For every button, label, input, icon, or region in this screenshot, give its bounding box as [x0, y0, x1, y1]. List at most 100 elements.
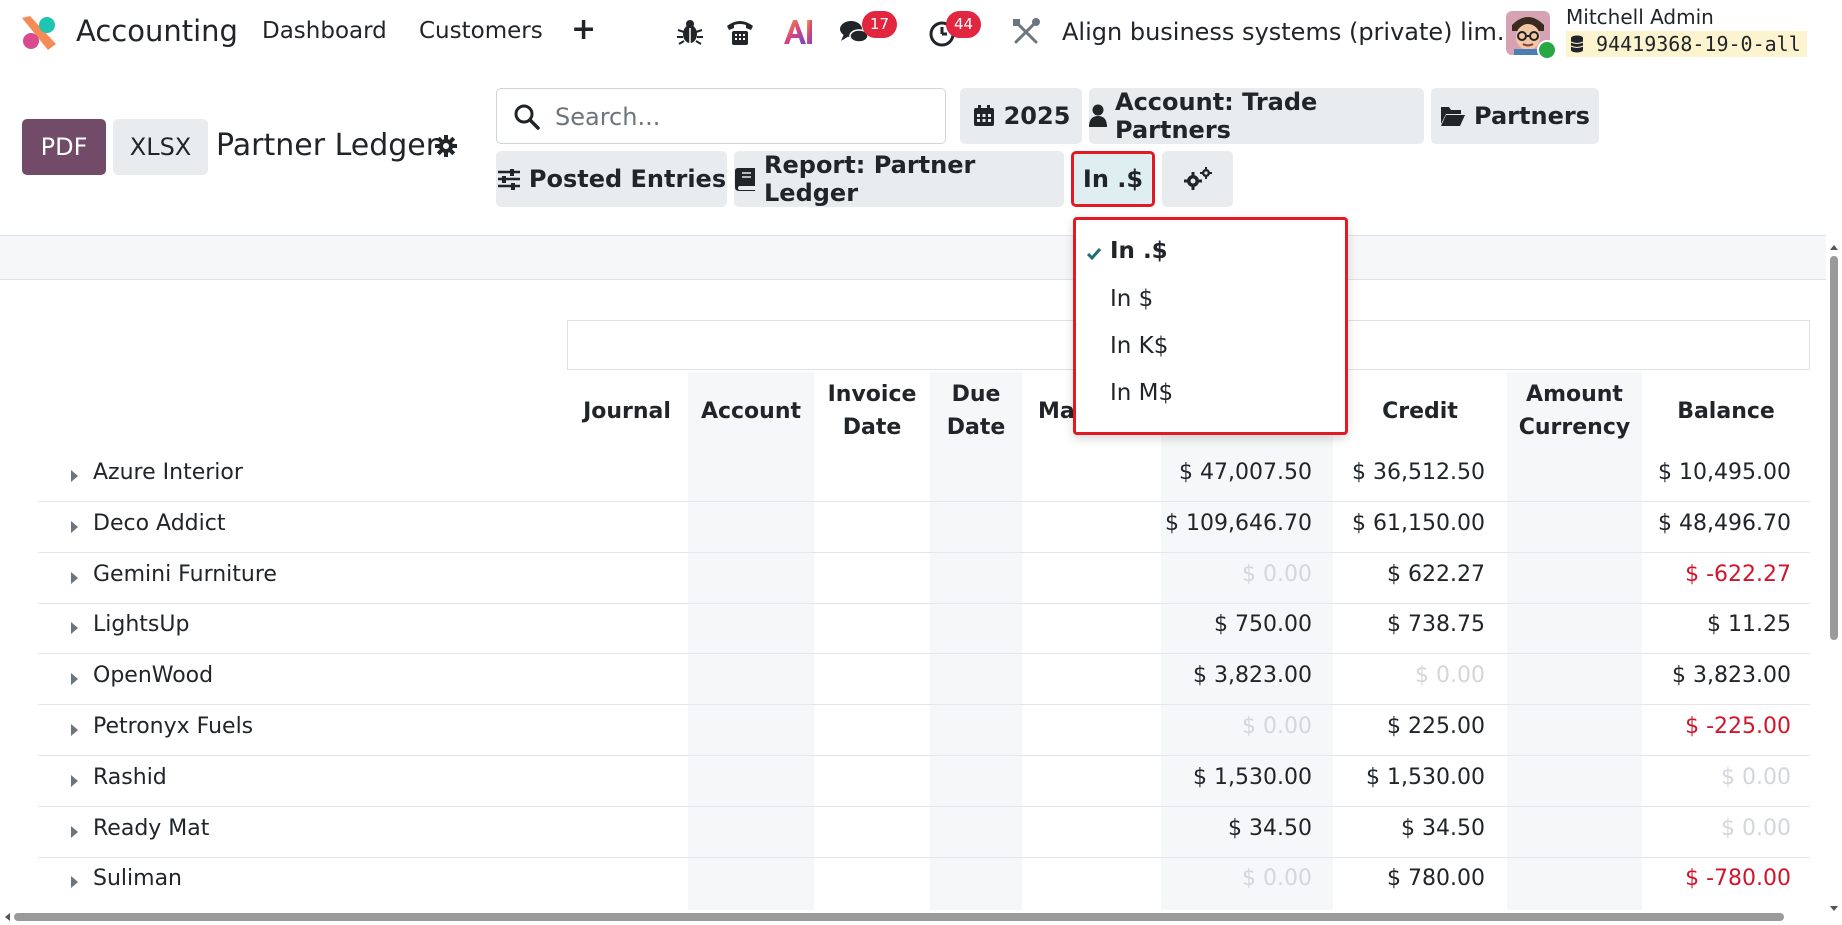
scroll-left-arrow-icon[interactable] — [0, 909, 14, 925]
partner-name[interactable]: Deco Addict — [93, 511, 225, 536]
report-settings-gear-icon[interactable] — [434, 134, 458, 158]
app-name[interactable]: Accounting — [76, 14, 238, 48]
quick-create-plus-icon[interactable]: + — [571, 12, 596, 47]
expand-caret-icon[interactable] — [70, 774, 80, 788]
credit-value: $ 61,150.00 — [1352, 510, 1485, 536]
scroll-up-arrow-icon[interactable] — [1826, 240, 1842, 254]
menu-customers[interactable]: Customers — [419, 18, 543, 44]
header-matching[interactable]: Ma — [1038, 395, 1075, 428]
row-divider — [38, 805, 1810, 807]
horizontal-scrollbar[interactable] — [0, 909, 1826, 925]
row-divider — [38, 551, 1810, 553]
vertical-scrollbar[interactable] — [1826, 240, 1842, 920]
row-divider — [38, 602, 1810, 604]
partner-name[interactable]: Rashid — [93, 765, 167, 790]
folder-open-icon — [1441, 107, 1466, 126]
phone-icon[interactable] — [724, 16, 756, 48]
debit-value: $ 0.00 — [1242, 866, 1312, 892]
report-header-stripe — [0, 235, 1826, 280]
debit-value: $ 109,646.70 — [1165, 510, 1312, 536]
debit-value: $ 47,007.50 — [1179, 460, 1312, 485]
balance-value: $ 3,823.00 — [1672, 663, 1791, 689]
row-divider — [38, 755, 1810, 756]
horizontal-scroll-thumb[interactable] — [14, 913, 1784, 921]
header-journal[interactable]: Journal — [572, 395, 682, 428]
tools-icon[interactable] — [1010, 16, 1042, 48]
credit-value: $ 622.27 — [1387, 561, 1485, 587]
partner-name[interactable]: Azure Interior — [93, 460, 243, 485]
balance-value: $ 0.00 — [1721, 764, 1791, 790]
user-name[interactable]: Mitchell Admin — [1566, 5, 1714, 29]
expand-caret-icon[interactable] — [70, 469, 80, 483]
unit-option-decimal-dollars[interactable]: In .$ — [1110, 238, 1168, 264]
expand-caret-icon[interactable] — [70, 875, 80, 889]
activity-count-badge: 44 — [946, 11, 982, 38]
account-filter-button[interactable]: Account: Trade Partners — [1089, 88, 1424, 144]
expand-caret-icon[interactable] — [70, 571, 80, 585]
header-credit[interactable]: Credit — [1333, 395, 1507, 428]
date-filter-button[interactable]: 2025 — [960, 88, 1082, 144]
row-divider — [38, 653, 1810, 655]
balance-value: $ 48,496.70 — [1658, 510, 1791, 536]
expand-caret-icon[interactable] — [70, 825, 80, 839]
partner-name[interactable]: Ready Mat — [93, 816, 209, 841]
header-due-date[interactable]: Due Date — [930, 378, 1022, 444]
balance-value: $ 10,495.00 — [1658, 460, 1791, 485]
pdf-export-button[interactable]: PDF — [22, 119, 106, 175]
debit-value: $ 1,530.00 — [1193, 764, 1312, 790]
debug-bug-icon[interactable] — [674, 16, 706, 48]
partners-filter-button[interactable]: Partners — [1431, 88, 1599, 144]
unit-option-millions[interactable]: In M$ — [1110, 380, 1173, 406]
credit-value: $ 1,530.00 — [1366, 764, 1485, 790]
due-date-column-shade — [930, 372, 1022, 910]
accounting-app-icon[interactable] — [20, 14, 58, 52]
header-account[interactable]: Account — [688, 395, 814, 428]
partner-name[interactable]: OpenWood — [93, 663, 213, 688]
top-navbar: Accounting Dashboard Customers + 17 44 A… — [0, 0, 1842, 66]
account-filter-label: Account: Trade Partners — [1115, 88, 1318, 144]
vertical-scroll-thumb[interactable] — [1830, 256, 1838, 640]
debit-value: $ 750.00 — [1214, 612, 1312, 638]
unit-option-dollars[interactable]: In $ — [1110, 286, 1153, 312]
database-name-badge: 94419368-19-0-all — [1566, 31, 1807, 57]
posted-entries-filter-button[interactable]: Posted Entries — [496, 151, 727, 207]
debit-value: $ 34.50 — [1228, 815, 1312, 841]
date-filter-label: 2025 — [1003, 102, 1071, 130]
user-icon — [1089, 104, 1107, 127]
menu-dashboard[interactable]: Dashboard — [262, 18, 387, 44]
calendar-icon — [973, 105, 994, 126]
balance-value: $ -225.00 — [1685, 714, 1791, 739]
header-invoice-date[interactable]: Invoice Date — [814, 378, 930, 444]
unit-rounding-button[interactable]: In .$ — [1071, 151, 1155, 207]
balance-value: $ -622.27 — [1685, 561, 1791, 587]
row-divider — [38, 704, 1810, 706]
partner-name[interactable]: Petronyx Fuels — [93, 714, 253, 739]
expand-caret-icon[interactable] — [70, 520, 80, 534]
company-switcher[interactable]: Align business systems (private) lim... — [1062, 18, 1520, 46]
xlsx-export-button[interactable]: XLSX — [113, 119, 208, 175]
report-variant-button[interactable]: Report: Partner Ledger — [734, 151, 1064, 207]
header-amount-currency-line2: Currency — [1518, 415, 1631, 440]
partner-name[interactable]: Gemini Furniture — [93, 562, 277, 587]
book-icon — [735, 168, 755, 191]
credit-value: $ 780.00 — [1387, 866, 1485, 892]
expand-caret-icon[interactable] — [70, 621, 80, 635]
header-amount-currency[interactable]: Amount Currency — [1507, 378, 1642, 444]
partner-name[interactable]: Suliman — [93, 866, 182, 891]
expand-caret-icon[interactable] — [70, 672, 80, 686]
partner-name[interactable]: LightsUp — [93, 612, 189, 637]
account-column-shade — [688, 372, 814, 910]
amount-currency-column-shade — [1507, 372, 1642, 910]
options-button[interactable] — [1162, 151, 1233, 207]
ai-icon[interactable] — [782, 16, 814, 48]
credit-value: $ 0.00 — [1415, 663, 1485, 689]
search-icon — [514, 104, 540, 130]
search-input[interactable] — [553, 97, 937, 137]
header-balance[interactable]: Balance — [1642, 395, 1810, 428]
unit-option-thousands[interactable]: In K$ — [1110, 333, 1168, 359]
expand-caret-icon[interactable] — [70, 723, 80, 737]
sliders-icon — [497, 169, 520, 190]
search-bar[interactable] — [496, 88, 946, 144]
credit-value: $ 36,512.50 — [1352, 460, 1485, 485]
scroll-down-arrow-icon[interactable] — [1826, 902, 1842, 916]
